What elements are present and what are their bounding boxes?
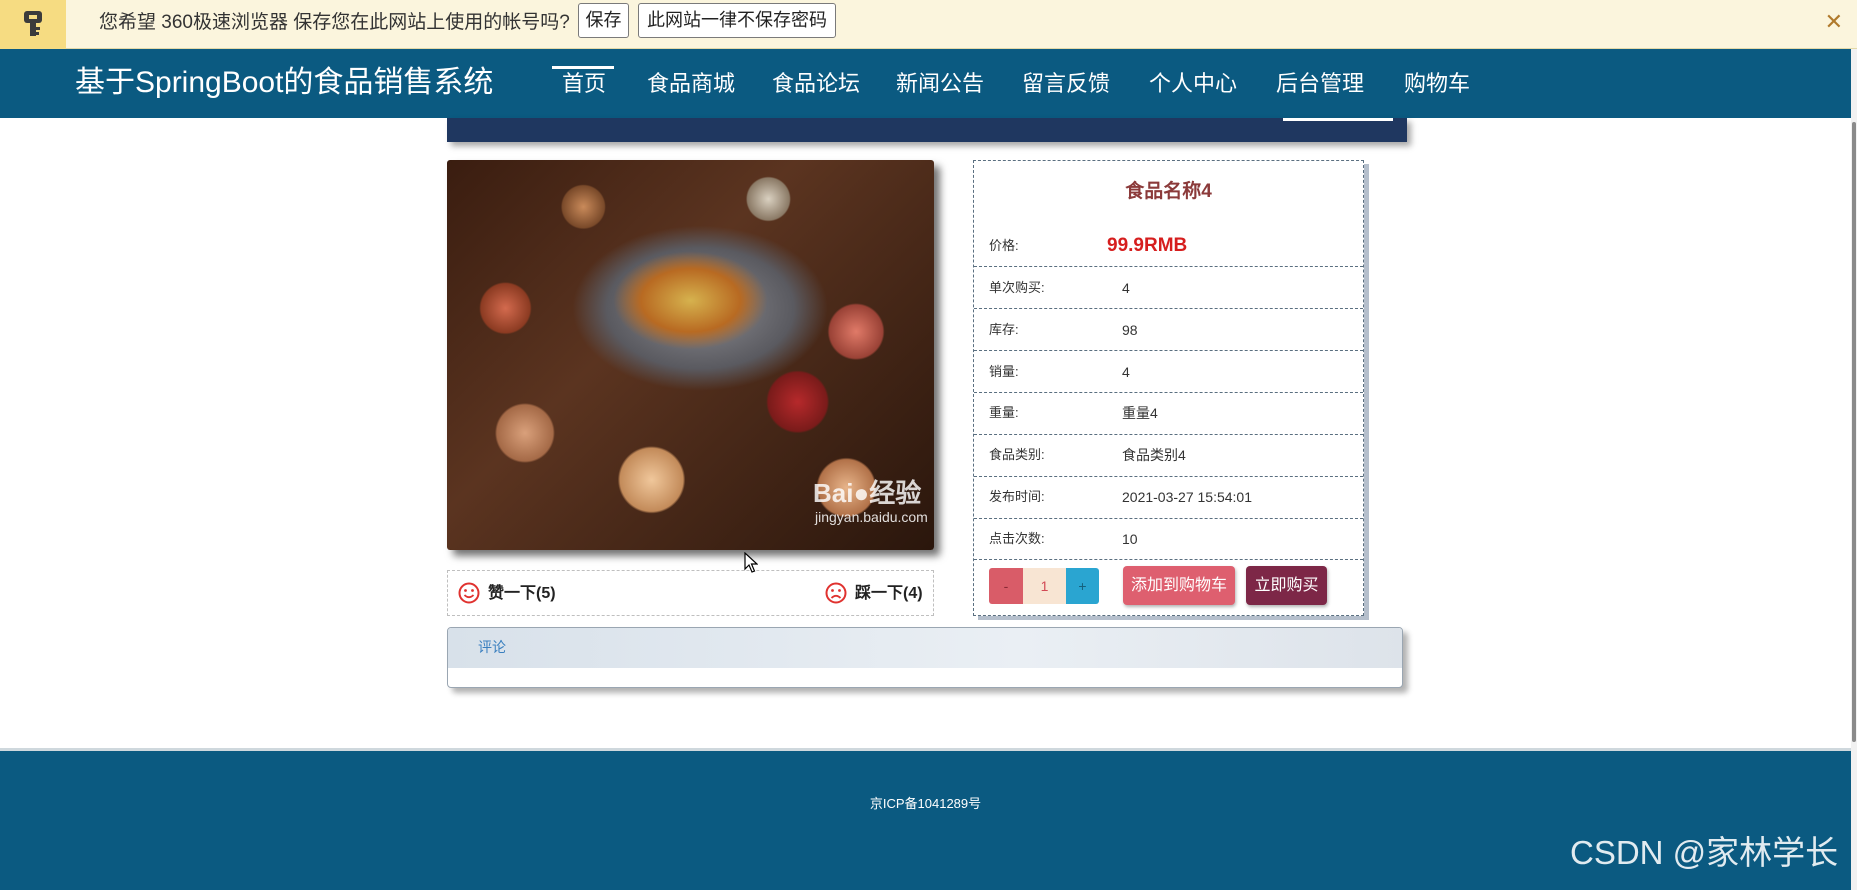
- close-icon[interactable]: ✕: [1825, 10, 1843, 34]
- image-watermark-url: jingyan.baidu.com: [815, 509, 928, 525]
- comments-panel-header: [448, 628, 1402, 668]
- info-value-clicks: 10: [1122, 531, 1138, 547]
- active-nav-indicator: [552, 66, 614, 69]
- footer-icp[interactable]: 京ICP备1041289号: [0, 795, 1851, 813]
- info-label-category: 食品类别:: [989, 447, 1045, 462]
- never-save-password-button[interactable]: 此网站一律不保存密码: [638, 3, 836, 38]
- row-divider: [974, 476, 1363, 477]
- row-divider: [974, 266, 1363, 267]
- site-brand[interactable]: 基于SpringBoot的食品销售系统: [75, 65, 493, 101]
- paw-icon: ●: [853, 478, 870, 508]
- watermark-brand: Bai: [813, 478, 854, 508]
- info-label-weight: 重量:: [989, 405, 1019, 420]
- quantity-increment-button[interactable]: +: [1066, 568, 1099, 604]
- tab-comments[interactable]: 评论: [478, 638, 506, 656]
- nav-item-home[interactable]: 首页: [562, 70, 606, 98]
- row-divider: [974, 308, 1363, 309]
- top-navigation: 基于SpringBoot的食品销售系统 首页 食品商城 食品论坛 新闻公告 留言…: [0, 49, 1851, 118]
- info-label-publish-time: 发布时间:: [989, 489, 1045, 504]
- info-label-sales: 销量:: [989, 364, 1019, 379]
- nav-item-news[interactable]: 新闻公告: [896, 70, 984, 98]
- watermark-brand-2: 经验: [869, 478, 922, 508]
- section-header-strip: [447, 118, 1407, 142]
- comments-panel: [447, 627, 1403, 688]
- quantity-input[interactable]: [1023, 568, 1066, 604]
- info-value-stock: 98: [1122, 322, 1138, 338]
- image-watermark: Bai●经验: [813, 478, 921, 508]
- section-header-button-edge: [1283, 118, 1393, 121]
- info-value-sales: 4: [1122, 364, 1130, 380]
- mouse-cursor-icon: [744, 552, 758, 573]
- info-value-category: 食品类别4: [1122, 447, 1186, 463]
- info-label-stock: 库存:: [989, 322, 1019, 337]
- product-title: 食品名称4: [1125, 181, 1212, 202]
- row-divider: [974, 392, 1363, 393]
- smile-icon[interactable]: [458, 582, 480, 604]
- info-value-weight: 重量4: [1122, 405, 1158, 421]
- buy-now-button[interactable]: 立即购买: [1246, 566, 1327, 605]
- nav-item-admin[interactable]: 后台管理: [1276, 70, 1364, 98]
- password-save-message: 您希望 360极速浏览器 保存您在此网站上使用的帐号吗?: [99, 12, 570, 33]
- info-label-clicks: 点击次数:: [989, 531, 1045, 546]
- key-icon: [0, 0, 66, 49]
- info-value-publish-time: 2021-03-27 15:54:01: [1122, 489, 1252, 505]
- scrollbar-thumb[interactable]: [1852, 122, 1856, 742]
- row-divider: [974, 350, 1363, 351]
- add-to-cart-button[interactable]: 添加到购物车: [1123, 566, 1235, 605]
- dislike-button[interactable]: 踩一下(4): [855, 584, 923, 604]
- row-divider: [974, 434, 1363, 435]
- nav-item-user-center[interactable]: 个人中心: [1149, 70, 1237, 98]
- info-value-per-purchase: 4: [1122, 280, 1130, 296]
- price-label: 价格:: [989, 238, 1019, 253]
- nav-item-feedback[interactable]: 留言反馈: [1022, 70, 1110, 98]
- row-divider: [974, 518, 1363, 519]
- csdn-watermark: CSDN @家林学长: [1570, 834, 1839, 871]
- page: 您希望 360极速浏览器 保存您在此网站上使用的帐号吗? 保存 此网站一律不保存…: [0, 0, 1857, 890]
- info-label-per-purchase: 单次购买:: [989, 280, 1045, 295]
- quantity-decrement-button[interactable]: -: [989, 568, 1023, 604]
- save-password-button[interactable]: 保存: [578, 3, 629, 38]
- nav-item-food-forum[interactable]: 食品论坛: [772, 70, 860, 98]
- row-divider: [974, 559, 1363, 560]
- price-value: 99.9RMB: [1107, 235, 1188, 256]
- nav-item-food-mall[interactable]: 食品商城: [647, 70, 735, 98]
- like-button[interactable]: 赞一下(5): [488, 584, 556, 604]
- frown-icon[interactable]: [825, 582, 847, 604]
- nav-item-cart[interactable]: 购物车: [1404, 70, 1470, 98]
